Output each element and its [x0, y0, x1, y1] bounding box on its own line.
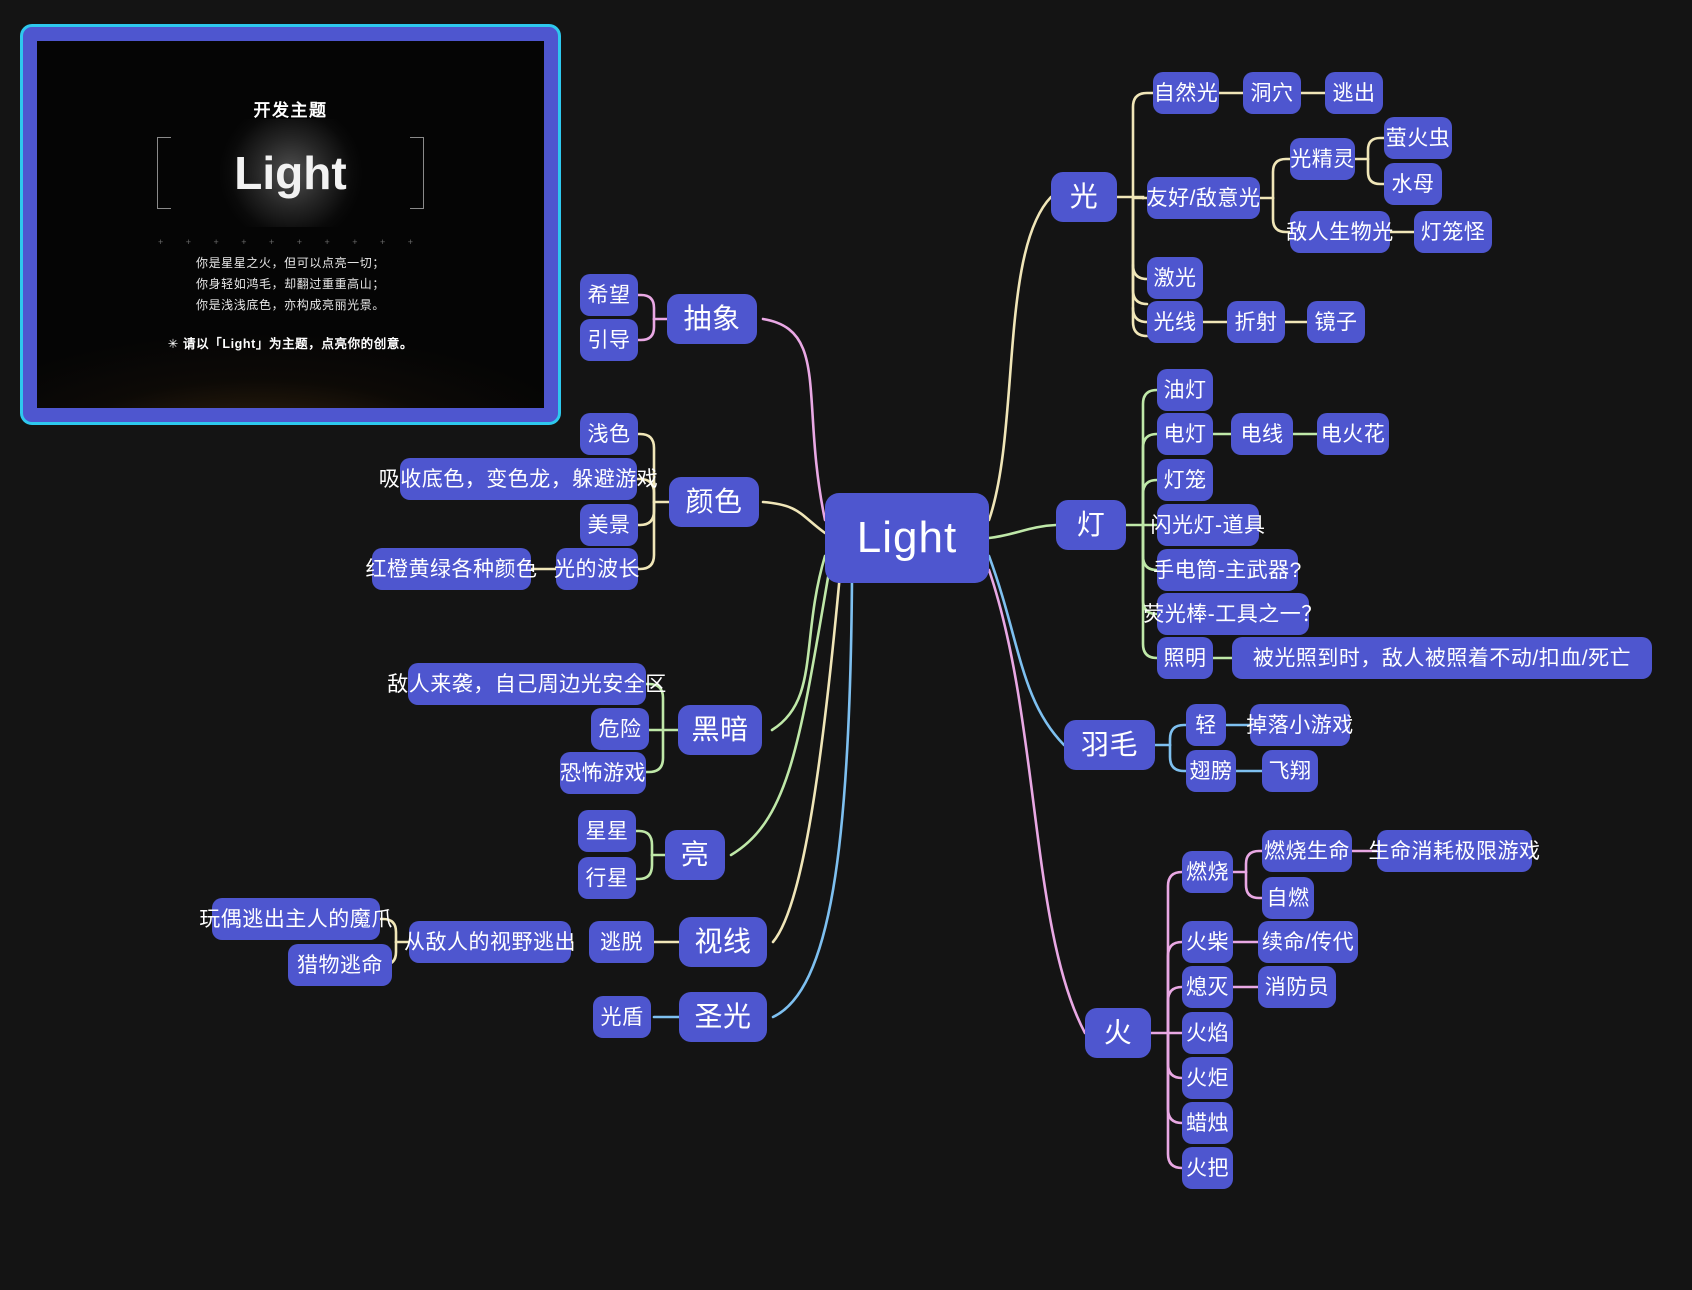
node-direnshengwuguang[interactable]: 敌人生物光 [1286, 211, 1393, 253]
poster-word-wrap: Light [37, 119, 544, 227]
node-dianxian[interactable]: 电线 [1231, 413, 1293, 455]
node-shuimu[interactable]: 水母 [1384, 163, 1442, 205]
root-node[interactable]: Light [825, 493, 989, 583]
poem-line-1: 你是星星之火，但可以点亮一切； [195, 256, 385, 270]
node-xingxing-planet[interactable]: 行星 [578, 857, 636, 899]
node-jingzi[interactable]: 镜子 [1307, 301, 1365, 343]
branch-node-heian[interactable]: 黑暗 [678, 705, 762, 755]
branch-node-huo[interactable]: 火 [1085, 1008, 1151, 1058]
node-chibang[interactable]: 翅膀 [1186, 750, 1236, 792]
node-shoudiantong[interactable]: 手电筒-主武器? [1153, 549, 1301, 591]
node-huochai[interactable]: 火柴 [1182, 921, 1233, 963]
mindmap-canvas: 开发主题 Light + + + + + + + + + + 你是星星之火，但可… [0, 0, 1692, 1290]
node-qianse[interactable]: 浅色 [580, 413, 638, 455]
node-zhaoming[interactable]: 照明 [1157, 637, 1213, 679]
branch-node-shixian[interactable]: 视线 [679, 917, 767, 967]
node-ranshaoshengming[interactable]: 燃烧生命 [1262, 830, 1352, 872]
node-taochu[interactable]: 逃出 [1325, 72, 1383, 114]
node-yinghuochong[interactable]: 萤火虫 [1384, 117, 1452, 159]
node-guangdun[interactable]: 光盾 [593, 996, 651, 1038]
node-dianhuohua[interactable]: 电火花 [1317, 413, 1389, 455]
node-denglongguai[interactable]: 灯笼怪 [1414, 211, 1492, 253]
node-yingguangbang[interactable]: 荧光棒-工具之一？ [1143, 593, 1322, 635]
poem-line-2: 你身轻如鸿毛，却翻过重重高山； [195, 277, 385, 291]
node-xingxing[interactable]: 星星 [578, 810, 636, 852]
node-diandeng[interactable]: 电灯 [1157, 413, 1213, 455]
poster-heading: 开发主题 [253, 101, 328, 120]
branch-node-liang[interactable]: 亮 [665, 830, 725, 880]
node-huoyan[interactable]: 火焰 [1182, 1012, 1233, 1054]
poster-inner: 开发主题 Light + + + + + + + + + + 你是星星之火，但可… [37, 41, 544, 408]
node-guangdebochang[interactable]: 光的波长 [554, 548, 640, 590]
node-youdeng[interactable]: 油灯 [1157, 369, 1213, 411]
node-feixiang[interactable]: 飞翔 [1262, 750, 1318, 792]
bracket-right-icon [410, 137, 424, 209]
branch-node-deng[interactable]: 灯 [1056, 500, 1126, 550]
node-direnlaixi[interactable]: 敌人来袭，自己周边光安全区 [387, 663, 666, 705]
node-xiaofangyuan[interactable]: 消防员 [1258, 966, 1336, 1008]
poster-word: Light [234, 147, 347, 199]
node-xishoudise[interactable]: 吸收底色，变色龙，躲避游戏 [379, 458, 658, 500]
node-ranshao[interactable]: 燃烧 [1182, 851, 1233, 893]
node-jiguang[interactable]: 激光 [1147, 257, 1203, 299]
branch-node-chouxiang[interactable]: 抽象 [667, 294, 757, 344]
node-zheshe[interactable]: 折射 [1227, 301, 1285, 343]
node-diaoluo-xiaoyouxi[interactable]: 掉落小游戏 [1246, 704, 1353, 746]
node-qing[interactable]: 轻 [1186, 704, 1226, 746]
node-denglong[interactable]: 灯笼 [1157, 459, 1213, 501]
node-huoba[interactable]: 火把 [1182, 1147, 1233, 1189]
node-congdirentaochu[interactable]: 从敌人的视野逃出 [404, 921, 576, 963]
node-xiwang[interactable]: 希望 [580, 274, 638, 316]
branch-node-yumao[interactable]: 羽毛 [1064, 720, 1155, 770]
node-guangjingling[interactable]: 光精灵 [1290, 138, 1355, 180]
node-zhaoming-desc[interactable]: 被光照到时，敌人被照着不动/扣血/死亡 [1232, 637, 1652, 679]
node-hongchenghuanglv[interactable]: 红橙黄绿各种颜色 [366, 548, 537, 590]
node-shanguangdeng[interactable]: 闪光灯-道具 [1151, 504, 1265, 546]
node-guangxian[interactable]: 光线 [1147, 301, 1203, 343]
poster-note: ✳ 请以「Light」为主题，点亮你的创意。 [167, 337, 414, 351]
node-weixian[interactable]: 危险 [591, 708, 649, 750]
node-ziran[interactable]: 自燃 [1262, 877, 1314, 919]
node-meijing[interactable]: 美景 [580, 504, 638, 546]
node-wanou[interactable]: 玩偶逃出主人的魔爪 [199, 898, 392, 940]
node-huoju[interactable]: 火炬 [1182, 1057, 1233, 1099]
poem-line-3: 你是浅浅底色，亦构成亮丽光景。 [195, 298, 385, 312]
node-ximie[interactable]: 熄灭 [1182, 966, 1233, 1008]
node-ziranguang[interactable]: 自然光 [1153, 72, 1219, 114]
node-dongxue[interactable]: 洞穴 [1243, 72, 1301, 114]
node-taotuo[interactable]: 逃脱 [589, 921, 654, 963]
bracket-left-icon [157, 137, 171, 209]
branch-node-guang[interactable]: 光 [1051, 172, 1117, 222]
node-lazhu[interactable]: 蜡烛 [1182, 1102, 1233, 1144]
node-youhao-diyi-guang[interactable]: 友好/敌意光 [1147, 177, 1260, 219]
poster-dot-row: + + + + + + + + + + [157, 237, 424, 247]
theme-poster-card[interactable]: 开发主题 Light + + + + + + + + + + 你是星星之火，但可… [20, 24, 561, 425]
node-xuming-chuandai[interactable]: 续命/传代 [1258, 921, 1358, 963]
branch-node-yanse[interactable]: 颜色 [669, 477, 759, 527]
node-yindao[interactable]: 引导 [580, 319, 638, 361]
node-liewu[interactable]: 猎物逃命 [288, 944, 392, 986]
branch-node-shengguang[interactable]: 圣光 [679, 992, 767, 1042]
poster-poem: 你是星星之火，但可以点亮一切； 你身轻如鸿毛，却翻过重重高山； 你是浅浅底色，亦… [37, 253, 544, 316]
node-shengmingxiaohao[interactable]: 生命消耗极限游戏 [1369, 830, 1540, 872]
node-kongbuyouxi[interactable]: 恐怖游戏 [560, 752, 646, 794]
